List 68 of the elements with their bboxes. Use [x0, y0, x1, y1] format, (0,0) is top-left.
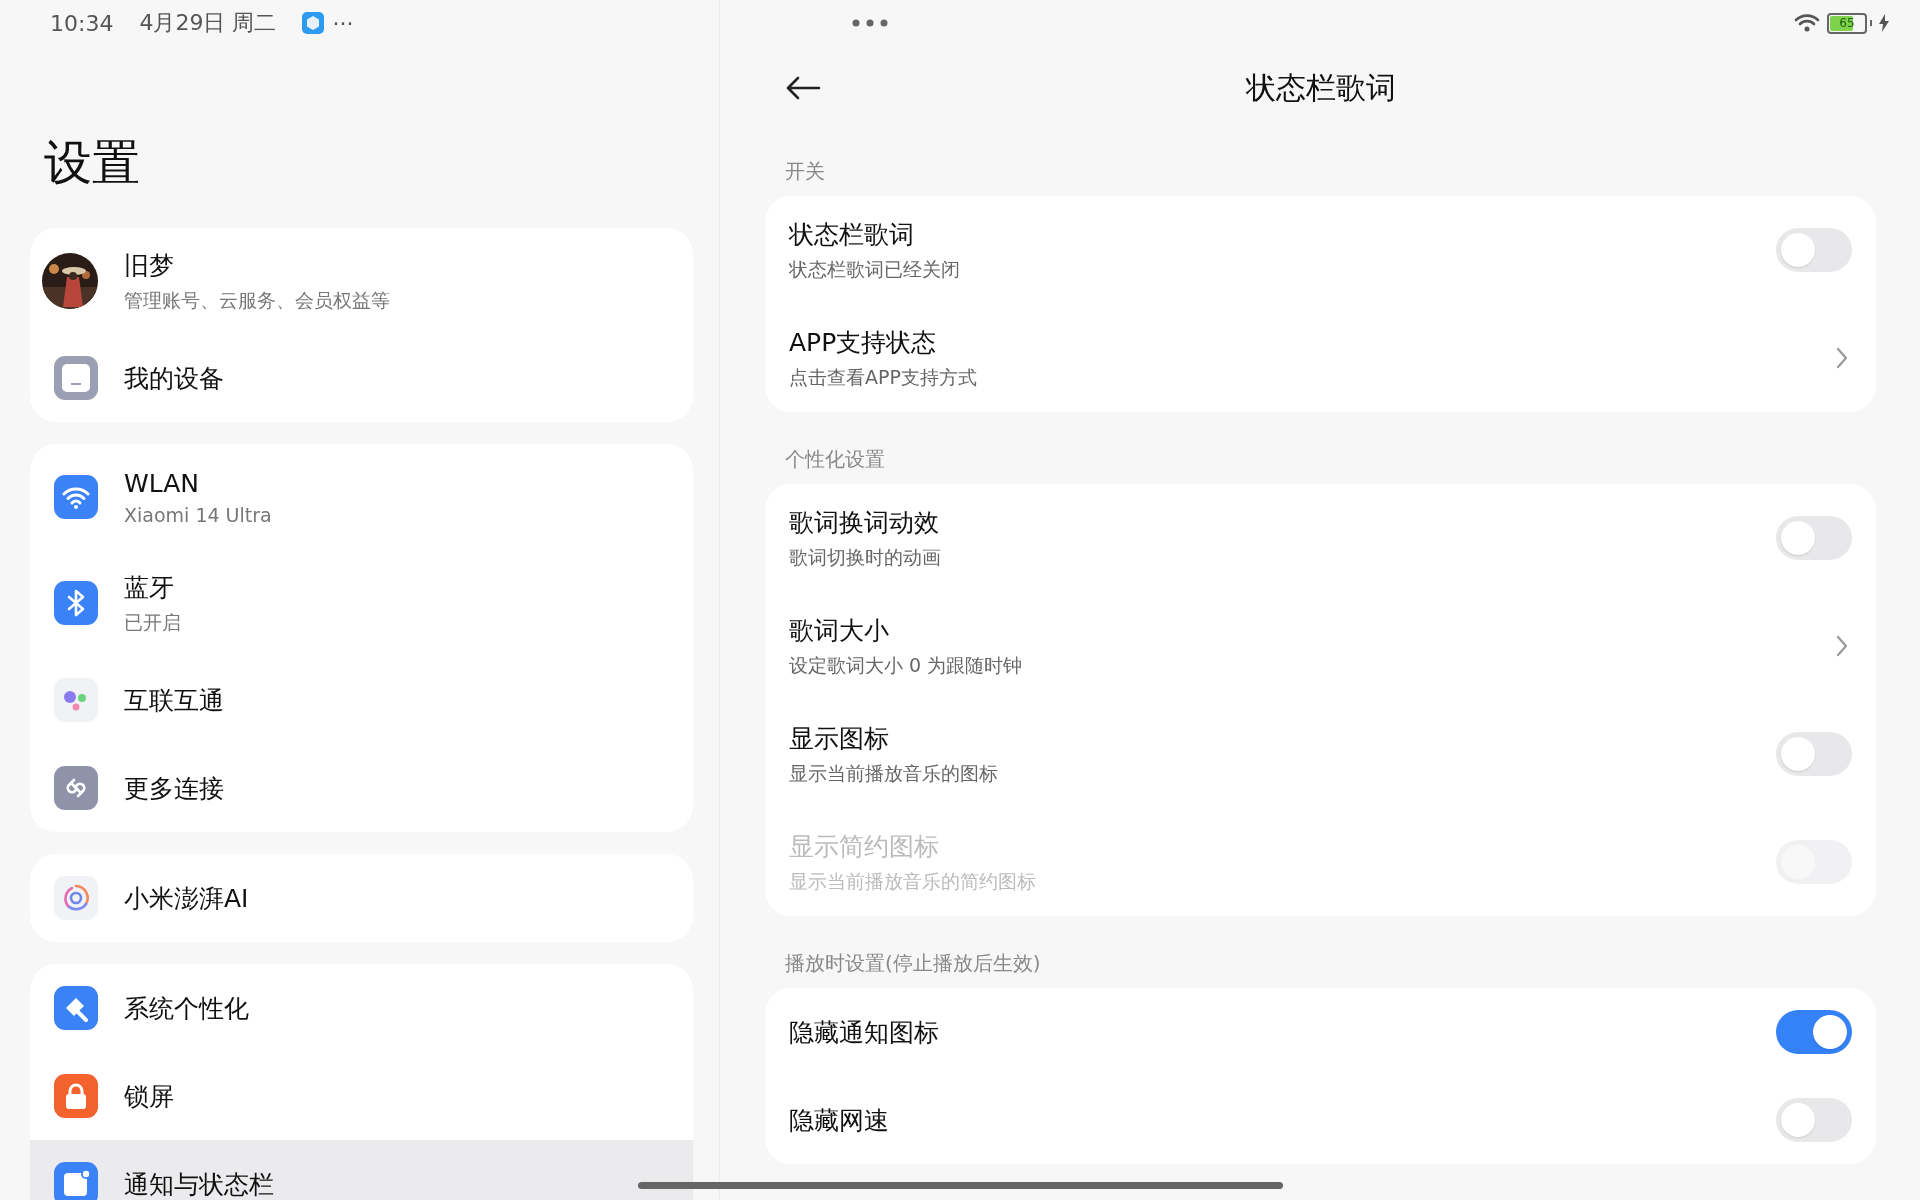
settings-item[interactable]: 我的设备	[30, 334, 693, 422]
item-subtitle: 已开启	[124, 609, 181, 635]
setting-description: 显示当前播放音乐的简约图标	[789, 868, 1037, 894]
window-handle-icon[interactable]	[852, 19, 888, 27]
setting-title: 歌词换词动效	[789, 506, 940, 539]
item-title: 锁屏	[124, 1080, 174, 1113]
item-title: 系统个性化	[124, 992, 249, 1025]
setting-title: 状态栏歌词	[789, 218, 915, 251]
page-title: 设置	[44, 138, 141, 192]
device-icon	[54, 356, 98, 400]
settings-item[interactable]: 旧梦 管理账号、云服务、会员权益等	[30, 228, 693, 334]
settings-item[interactable]: 锁屏	[30, 1052, 693, 1140]
item-title: 我的设备	[124, 362, 224, 395]
item-title: 蓝牙	[124, 571, 175, 604]
section-label: 播放时设置(停止播放后生效)	[785, 950, 1042, 977]
settings-item[interactable]: 更多连接	[30, 744, 693, 832]
settings-item[interactable]: WLAN Xiaomi 14 Ultra	[30, 444, 693, 550]
setting-title: 显示简约图标	[789, 830, 940, 863]
dots-icon	[54, 678, 98, 722]
item-subtitle: 管理账号、云服务、会员权益等	[124, 287, 390, 313]
settings-item[interactable]: 互联互通	[30, 656, 693, 744]
toggle-switch[interactable]	[1776, 516, 1852, 560]
settings-item[interactable]: 小米澎湃AI	[30, 854, 693, 942]
setting-description: 显示当前播放音乐的图标	[789, 760, 999, 786]
item-title: 互联互通	[124, 684, 224, 717]
item-title: 小米澎湃AI	[124, 882, 249, 915]
wifi-icon	[1793, 13, 1821, 33]
settings-item[interactable]: 系统个性化	[30, 964, 693, 1052]
item-title: 旧梦	[124, 249, 175, 282]
link-icon	[54, 766, 98, 810]
page-title: 状态栏歌词	[1244, 68, 1397, 107]
item-title: 通知与状态栏	[124, 1168, 274, 1200]
setting-title: 显示图标	[789, 722, 890, 755]
item-title: WLAN	[124, 468, 201, 498]
settings-item[interactable]: 蓝牙 已开启	[30, 550, 693, 656]
swirl-icon	[54, 876, 98, 920]
setting-description: 状态栏歌词已经关闭	[789, 256, 961, 282]
item-subtitle: Xiaomi 14 Ultra	[124, 503, 272, 526]
setting-title: 隐藏网速	[789, 1104, 890, 1137]
toggle-switch[interactable]	[1776, 732, 1852, 776]
setting-description: 歌词切换时的动画	[789, 544, 942, 570]
setting-title: 歌词大小	[789, 614, 890, 647]
cube-icon	[302, 12, 325, 34]
item-title: 更多连接	[124, 772, 224, 805]
setting-title: 隐藏通知图标	[789, 1016, 940, 1049]
setting-title: APP支持状态	[789, 326, 938, 359]
toggle-switch[interactable]	[1776, 1098, 1852, 1142]
date-text: 4月29日 周二	[139, 9, 277, 37]
setting-description: 点击查看APP支持方式	[789, 364, 978, 390]
settings-item[interactable]: 通知与状态栏	[30, 1140, 693, 1200]
toggle-switch[interactable]	[1776, 228, 1852, 272]
section-label: 个性化设置	[785, 446, 886, 473]
charging-icon	[1878, 14, 1890, 32]
settings-link[interactable]: APP支持状态 点击查看APP支持方式	[765, 304, 1876, 412]
section-label: 开关	[785, 158, 826, 185]
setting-description: 设定歌词大小 0 为跟随时钟	[789, 652, 1024, 678]
chevron-icon	[1836, 347, 1848, 369]
notification-icon	[54, 1162, 98, 1200]
toggle-switch[interactable]	[1776, 1010, 1852, 1054]
brush-icon	[54, 986, 98, 1030]
wifi-icon	[54, 475, 98, 519]
home-indicator[interactable]	[638, 1182, 1283, 1189]
clock-text: 10:34	[50, 10, 114, 36]
more-text: ···	[332, 10, 354, 36]
settings-link[interactable]: 歌词大小 设定歌词大小 0 为跟随时钟	[765, 592, 1876, 700]
bluetooth-icon	[54, 581, 98, 625]
chevron-icon	[1836, 635, 1848, 657]
lock-icon	[54, 1074, 98, 1118]
